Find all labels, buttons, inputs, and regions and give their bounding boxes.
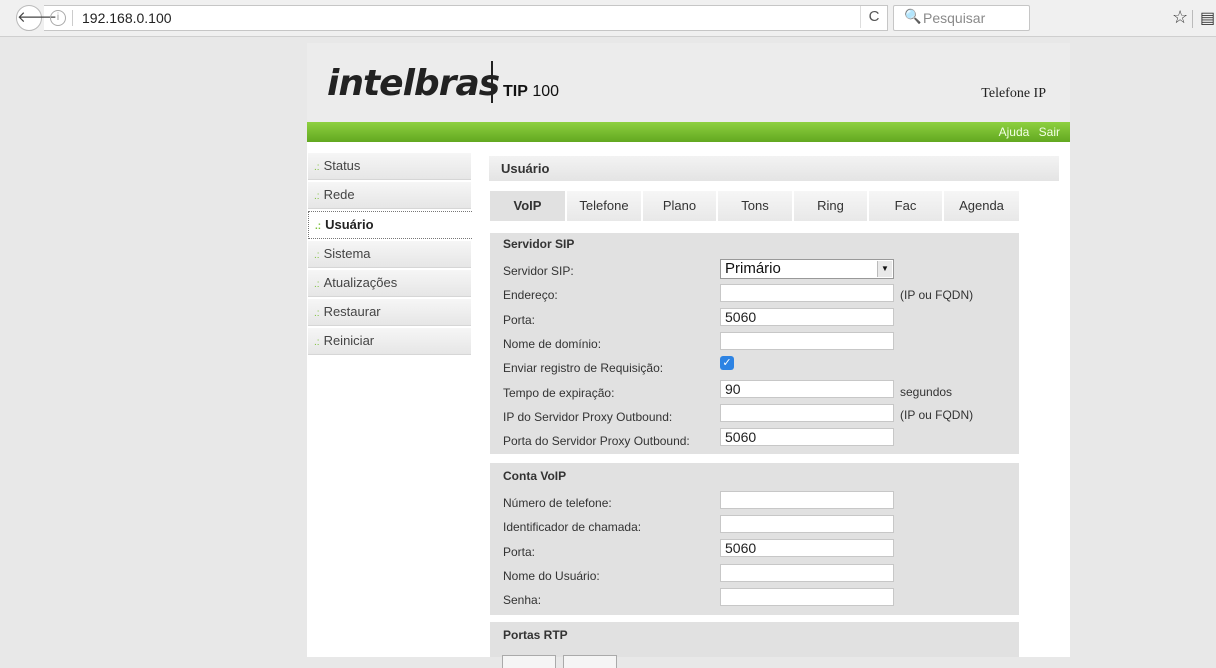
section-title: Usuário: [489, 156, 1059, 181]
sidebar-item-restaurar[interactable]: .: Restaurar: [308, 299, 471, 326]
expire-input[interactable]: 90: [720, 380, 894, 398]
sidebar-item-status[interactable]: .: Status: [308, 153, 471, 180]
sidebar-item-label: Usuário: [325, 217, 374, 232]
username-input[interactable]: [720, 564, 894, 582]
port-input[interactable]: 5060: [720, 308, 894, 326]
bullet-icon: .:: [315, 221, 322, 232]
sidebar-item-sistema[interactable]: .: Sistema: [308, 241, 471, 268]
bullet-icon: .:: [314, 279, 320, 290]
tab-ring[interactable]: Ring: [794, 191, 867, 221]
field-label: Senha:: [503, 593, 542, 607]
sidebar-item-usuario[interactable]: .: Usuário: [308, 211, 472, 239]
proxy-ip-input[interactable]: [720, 404, 894, 422]
panel-title: Portas RTP: [503, 628, 568, 642]
chevron-down-icon: ▼: [877, 261, 892, 277]
sidebar-item-label: Rede: [323, 187, 355, 202]
device-web-page: intelbras TIP 100 Telefone IP Ajuda Sair…: [307, 43, 1070, 668]
back-button[interactable]: 🡐: [16, 5, 57, 31]
panel-title: Servidor SIP: [503, 237, 575, 251]
top-links: Ajuda Sair: [993, 125, 1060, 139]
tab-agenda[interactable]: Agenda: [944, 191, 1019, 221]
bullet-icon: .:: [314, 308, 320, 319]
logout-link[interactable]: Sair: [1039, 125, 1060, 139]
sidebar-item-label: Status: [323, 158, 361, 173]
field-label: Tempo de expiração:: [503, 386, 615, 400]
url-text: 192.168.0.100: [82, 10, 172, 26]
field-label: Porta do Servidor Proxy Outbound:: [503, 434, 690, 448]
device-type-label: Telefone IP: [981, 86, 1046, 101]
field-label: Nome de domínio:: [503, 337, 602, 351]
field-label: Número de telefone:: [503, 496, 612, 510]
sidebar-menu: .: Status .: Rede .: Usuário .: Sistema .: At…: [308, 153, 472, 357]
bullet-icon: .:: [314, 250, 320, 261]
account-port-input[interactable]: 5060: [720, 539, 894, 557]
select-value: Primário: [725, 260, 781, 277]
model-series: TIP: [503, 83, 528, 100]
sidebar-item-rede[interactable]: .: Rede: [308, 182, 471, 209]
tab-tons[interactable]: Tons: [718, 191, 792, 221]
field-label: Porta:: [503, 545, 536, 559]
help-link[interactable]: Ajuda: [999, 125, 1030, 139]
proxy-port-input[interactable]: 5060: [720, 428, 894, 446]
sip-server-panel: Servidor SIP Servidor SIP: Primário ▼ En…: [490, 233, 1019, 454]
sip-server-select[interactable]: Primário ▼: [720, 259, 894, 279]
model-number: 100: [532, 83, 560, 100]
phone-input[interactable]: [720, 491, 894, 509]
toolbar-separator: [1192, 10, 1193, 28]
field-hint: segundos: [900, 385, 953, 399]
caller-id-input[interactable]: [720, 515, 894, 533]
field-hint: (IP ou FQDN): [900, 288, 974, 302]
bookmark-star-icon[interactable]: ☆: [1172, 7, 1188, 28]
field-hint: (IP ou FQDN): [900, 408, 974, 422]
sidebar-item-label: Reiniciar: [323, 333, 375, 348]
address-input[interactable]: [720, 284, 894, 302]
field-label: Endereço:: [503, 288, 558, 302]
logo-divider: [491, 61, 493, 103]
password-input[interactable]: [720, 588, 894, 606]
field-label: Porta:: [503, 313, 536, 327]
field-label: IP do Servidor Proxy Outbound:: [503, 410, 673, 424]
bullet-icon: .:: [314, 337, 320, 348]
voip-account-panel: Conta VoIP Número de telefone: Identific…: [490, 463, 1019, 615]
sidebar-item-label: Restaurar: [323, 304, 381, 319]
tab-telefone[interactable]: Telefone: [567, 191, 641, 221]
sidebar-item-atualizacoes[interactable]: .: Atualizações: [308, 270, 471, 297]
panel-title: Conta VoIP: [503, 469, 567, 483]
field-label: Identificador de chamada:: [503, 520, 642, 534]
sidebar-item-reiniciar[interactable]: .: Reiniciar: [308, 328, 471, 355]
reader-icon[interactable]: ▤: [1200, 8, 1215, 28]
browser-toolbar: 🡐 i 192.168.0.100 C 🔍 Pesquisar ☆ ▤: [0, 0, 1216, 37]
domain-input[interactable]: [720, 332, 894, 350]
search-placeholder: Pesquisar: [923, 10, 986, 26]
field-label: Nome do Usuário:: [503, 569, 600, 583]
field-label: Servidor SIP:: [503, 264, 574, 278]
tab-voip[interactable]: VoIP: [490, 191, 565, 221]
intelbras-logo: intelbras: [327, 63, 500, 104]
rtp-ports-panel: Portas RTP: [490, 622, 1019, 657]
tab-fac[interactable]: Fac: [869, 191, 942, 221]
model-name: TIP 100: [503, 83, 559, 101]
top-nav-bar: [307, 122, 1070, 142]
bullet-icon: .:: [314, 191, 320, 202]
page-header: intelbras TIP 100 Telefone IP: [307, 43, 1070, 122]
sidebar-item-label: Sistema: [323, 246, 371, 261]
register-checkbox[interactable]: ✓: [720, 356, 734, 370]
url-separator: [72, 10, 73, 26]
sidebar-item-label: Atualizações: [323, 275, 398, 290]
site-info-icon[interactable]: i: [50, 10, 66, 26]
reload-icon[interactable]: C: [860, 6, 887, 28]
field-label: Enviar registro de Requisição:: [503, 361, 664, 375]
bullet-icon: .:: [314, 162, 320, 173]
tab-plano[interactable]: Plano: [643, 191, 716, 221]
search-icon: 🔍: [904, 8, 922, 24]
